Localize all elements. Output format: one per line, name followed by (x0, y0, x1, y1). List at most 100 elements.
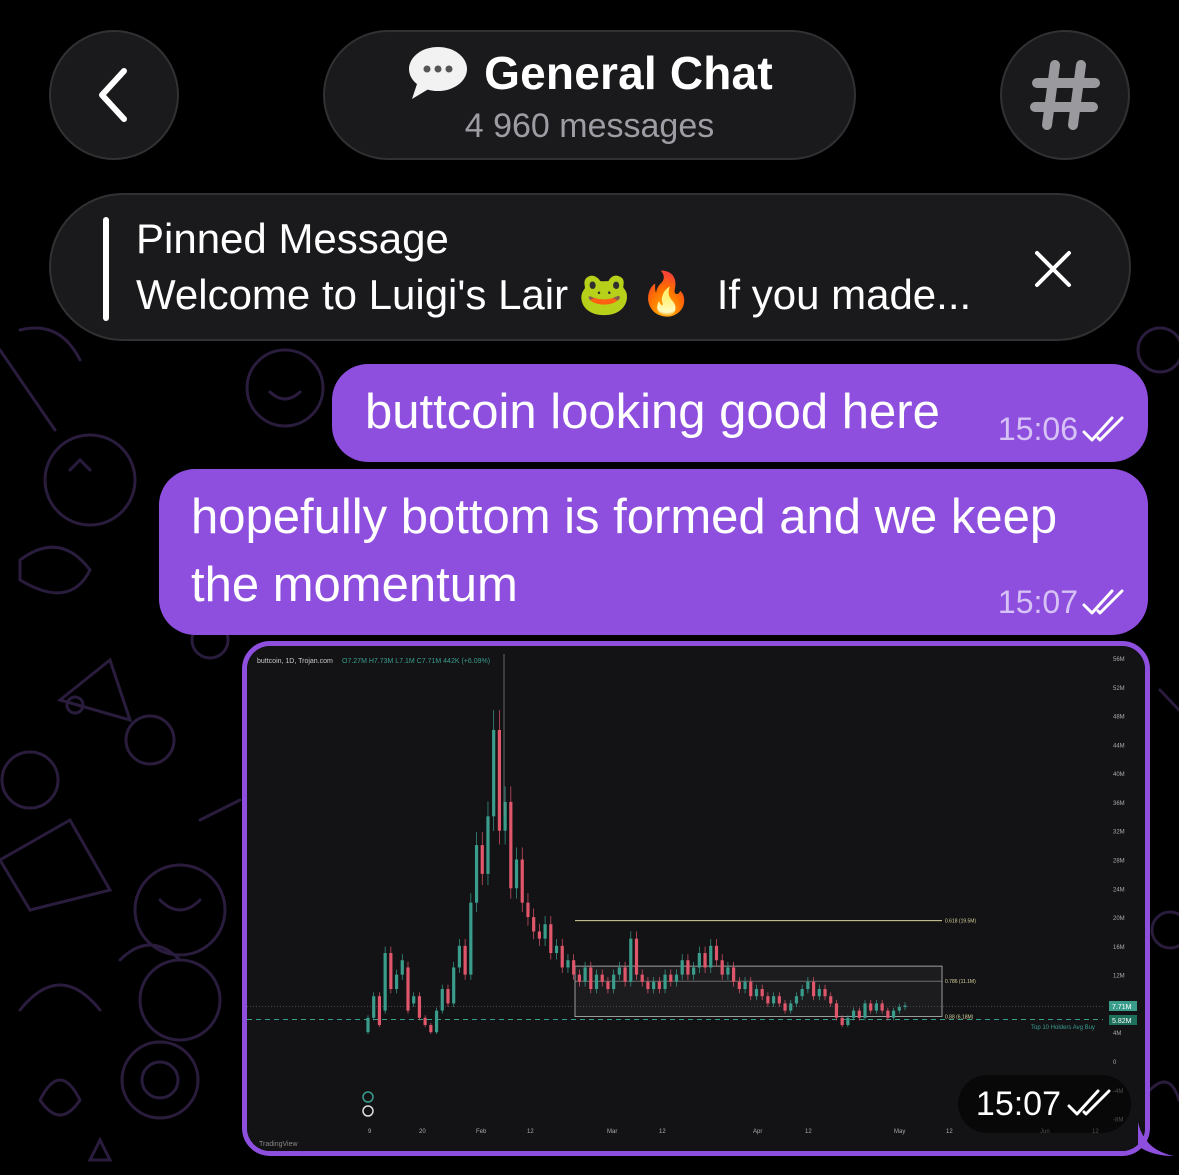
message-meta: 15:06 (998, 411, 1126, 448)
y-tick-label: 24M (1113, 887, 1125, 893)
message-text: hopefully bottom is formed and we keep t… (191, 490, 1058, 612)
candle-body (417, 996, 422, 1018)
holders-annotation: Top 10 Holders Avg Buy (1031, 1025, 1095, 1031)
x-tick-label: 12 (946, 1129, 953, 1135)
candle-body (572, 960, 576, 975)
candle-body (549, 924, 553, 954)
candle-body (680, 960, 684, 975)
outgoing-message[interactable]: buttcoin looking good here 15:06 (332, 364, 1148, 462)
candle-body (457, 945, 462, 968)
candle-body (492, 729, 496, 817)
candle-body (789, 1003, 793, 1011)
chart-title: buttcoin, 1D, Trojan.com (257, 658, 333, 665)
candle-body (674, 974, 679, 982)
candle-body (589, 967, 593, 990)
fib-level-label: 0.618 (19.5M) (945, 919, 976, 925)
candle-body (823, 989, 827, 997)
candle-body (583, 967, 587, 982)
candle-body (440, 989, 444, 1011)
close-icon[interactable] (1031, 247, 1075, 291)
fib-level-label: 0.786 (11.1M) (945, 979, 976, 985)
candle-body (429, 1025, 433, 1033)
candle-body (469, 902, 473, 975)
chat-title: General Chat (484, 46, 773, 99)
y-tick-label: 28M (1113, 859, 1125, 865)
candle-body (760, 989, 764, 997)
candle-body (377, 996, 382, 1026)
y-tick-label: 16M (1113, 945, 1125, 951)
candle-body (857, 1010, 861, 1018)
candle-body (372, 996, 376, 1018)
candle-body (486, 816, 490, 874)
pinned-text-start: Welcome to Luigi's Lair (136, 270, 569, 318)
chat-title-pill[interactable]: General Chat 4 960 messages (323, 30, 856, 160)
x-tick-label: 12 (659, 1129, 666, 1135)
candle-body (726, 967, 730, 975)
y-tick-label: 12M (1113, 974, 1125, 980)
candle-body (749, 981, 753, 997)
candle-body (400, 960, 404, 975)
candle-body (720, 960, 724, 975)
candle-body (526, 902, 530, 918)
candle-body (669, 974, 673, 982)
tradingview-watermark: TradingView (259, 1141, 298, 1148)
candle-body (497, 729, 501, 831)
y-tick-label: 32M (1113, 830, 1125, 836)
candle-body (383, 953, 387, 1011)
x-tick-label: Apr (753, 1129, 762, 1135)
outgoing-message[interactable]: hopefully bottom is formed and we keep t… (159, 469, 1148, 635)
candle-body (406, 967, 410, 1011)
topics-button[interactable] (1000, 30, 1130, 160)
x-tick-label: Mar (607, 1129, 617, 1135)
candle-body (452, 967, 456, 1004)
pinned-indicator-bar (103, 217, 109, 321)
candle-body (634, 938, 639, 975)
candle-body (366, 1017, 370, 1033)
double-check-icon (1082, 416, 1124, 441)
candle-body (543, 924, 547, 939)
y-tick-label: 4M (1113, 1031, 1121, 1037)
candle-body (394, 974, 399, 990)
candle-body (851, 1010, 856, 1018)
candle-body (612, 974, 616, 990)
image-message[interactable]: buttcoin, 1D, Trojan.com O7.27M H7.73M L… (242, 641, 1150, 1156)
chart-ohlc: O7.27M H7.73M L7.1M C7.71M 442K (+6.09%) (342, 658, 490, 665)
candle-body (754, 989, 759, 997)
chat-header: General Chat 4 960 messages (0, 0, 1179, 190)
pinned-preview: Welcome to Luigi's Lair 🐸 🔥 If you made.… (136, 270, 971, 319)
frog-emoji: 🐸 (578, 270, 631, 317)
candle-body (777, 996, 781, 1004)
candle-body (480, 845, 484, 874)
candle-body (514, 859, 519, 889)
y-tick-label: 44M (1113, 743, 1125, 749)
candle-body (412, 996, 416, 1004)
candle-body (880, 1003, 884, 1011)
candle-body (594, 974, 599, 990)
fire-emoji: 🔥 (640, 270, 693, 317)
candle-body (897, 1007, 901, 1011)
candle-body (743, 981, 747, 990)
candle-body (537, 931, 541, 939)
candle-body (811, 981, 816, 997)
candle-body (629, 938, 633, 982)
candle-body (577, 974, 581, 982)
chevron-left-icon (99, 68, 127, 122)
speech-bubble-icon (409, 46, 468, 99)
last-price-label: 7.71M (1112, 1004, 1132, 1011)
candle-body (863, 1003, 867, 1018)
candle-body (692, 967, 696, 975)
candle-body (794, 996, 799, 1004)
candle-body (646, 981, 650, 990)
candle-body (657, 981, 661, 990)
candle-body (817, 989, 821, 997)
message-time: 15:07 (975, 1084, 1061, 1123)
back-button[interactable] (49, 30, 179, 160)
double-check-icon (1082, 589, 1124, 614)
x-tick-label: Feb (476, 1129, 487, 1135)
pinned-title: Pinned Message (136, 215, 449, 262)
candle-body (663, 974, 667, 990)
candle-body (709, 945, 713, 968)
candle-body (714, 945, 719, 961)
pinned-message-banner[interactable]: Pinned Message Welcome to Luigi's Lair 🐸… (49, 193, 1131, 341)
candle-body (829, 996, 833, 1004)
